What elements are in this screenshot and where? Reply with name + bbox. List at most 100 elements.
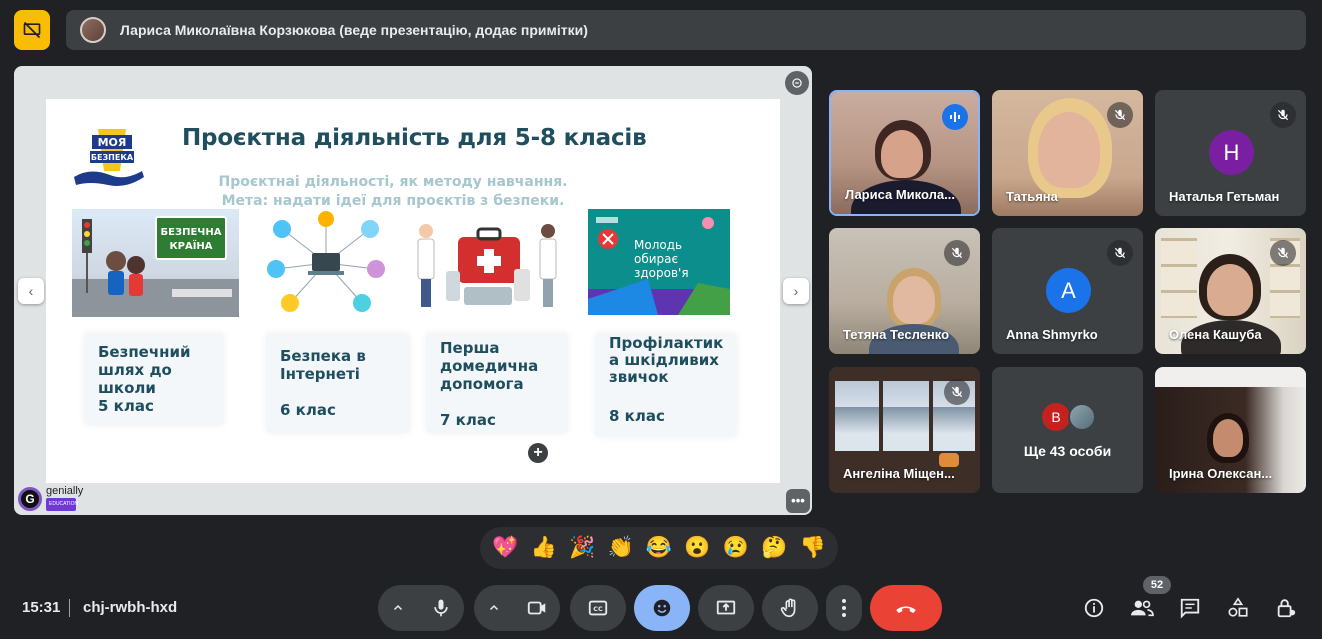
slide-next-button[interactable]: › [783,278,809,304]
video-settings-button[interactable] [474,585,514,631]
healthy-youth-picture: Молодь обирає здоров'я [588,209,730,315]
microphone-icon [434,599,448,617]
youth-text-line2: обирає [634,252,678,266]
sign-text-line2: КРАЇНА [169,238,212,252]
more-participants-tile[interactable]: В Ще 43 особи [992,367,1143,493]
project-card-grade-5: Безпечний шлях до школи 5 клас [84,333,224,425]
reaction-thinking[interactable]: 🤔 [761,536,787,560]
participant-name: Ірина Олексан... [1169,466,1273,481]
participant-tile[interactable]: Татьяна [992,90,1143,216]
participant-tile[interactable]: Н Наталья Гетьман [1155,90,1306,216]
plus-icon: + [533,444,543,461]
chevron-left-icon: ‹ [28,283,34,299]
sign-text-line1: БЕЗПЕЧНА [161,227,222,238]
genially-logo-icon: G [18,486,42,511]
closed-captions-icon: CC [588,600,608,616]
mic-off-icon [951,386,963,398]
reaction-cry[interactable]: 😢 [723,536,749,560]
info-icon [1084,598,1104,618]
slide-title: Проєктна діяльність для 5-8 класів [182,125,647,151]
muted-indicator [1270,102,1296,128]
genially-branding: G genially EDUCATION [18,486,83,511]
presentation-toggle-button[interactable] [14,10,50,50]
mic-off-icon [1277,247,1289,259]
reactions-button[interactable] [634,585,690,631]
meeting-clock: 15:31 [22,599,61,616]
expand-plus-button[interactable]: + [528,443,548,463]
youth-text-line3: здоров'я [634,266,689,280]
presenter-avatar [80,17,106,43]
chevron-right-icon: › [793,283,799,299]
youth-text-line1: Молодь [634,238,682,252]
chat-icon [1180,598,1200,619]
chat-button[interactable] [1178,596,1202,620]
presenter-banner: Лариса Миколаївна Корзюкова (веде презен… [66,10,1306,50]
reactions-bar: 💖 👍 🎉 👏 😂 😮 😢 🤔 👎 [480,527,838,569]
first-aid-illustration [417,224,557,307]
reaction-heart[interactable]: 💖 [492,536,518,560]
present-screen-button[interactable] [698,585,754,631]
slide-prev-button[interactable]: ‹ [18,278,44,304]
card-title: Безпека в Інтернеті [280,347,366,383]
project-card-grade-7: Перша домедична допомога 7 клас [426,333,568,433]
mic-off-icon [1114,109,1126,121]
camera-control [474,585,560,631]
captions-button[interactable]: CC [570,585,626,631]
participant-tile[interactable]: Тетяна Тесленко [829,228,980,354]
participant-name: Лариса Микола... [845,187,955,202]
card-title: Профілактик а шкідливих звичок [609,334,724,386]
reaction-laugh[interactable]: 😂 [646,536,672,560]
chevron-up-icon [489,604,499,611]
microphone-button[interactable] [418,585,464,631]
internet-safety-illustration [267,211,385,312]
shapes-icon [1228,597,1248,617]
presentation-more-options-button[interactable]: ••• [786,489,810,513]
camera-button[interactable] [514,585,560,631]
participant-tile[interactable]: Ірина Олексан... [1155,367,1306,493]
logo-text-line2: БЕЗПЕКА [91,153,134,162]
leave-call-button[interactable] [870,585,942,631]
participant-tile[interactable]: Ангеліна Міщен... [829,367,980,493]
more-options-button[interactable] [826,585,862,631]
card-grade: 7 клас [440,411,496,429]
participant-name: Татьяна [1006,189,1058,204]
participant-avatar-photo [1068,403,1096,431]
genially-edu-badge: EDUCATION [46,498,78,511]
participant-count-badge: 52 [1143,576,1171,594]
more-participants-label: Ще 43 особи [1023,443,1112,459]
participant-avatar: Н [1209,130,1254,175]
mic-off-icon [951,247,963,259]
activities-button[interactable] [1226,596,1250,620]
audio-settings-button[interactable] [378,585,418,631]
hang-up-icon [896,606,916,613]
participant-tile[interactable]: A Anna Shmyrko [992,228,1143,354]
mic-off-icon [1277,109,1289,121]
people-icon [1131,600,1154,617]
reaction-thumbs-up[interactable]: 👍 [531,536,557,560]
safe-country-picture: БЕЗПЕЧНА КРАЇНА [72,209,239,317]
reaction-party[interactable]: 🎉 [569,536,595,560]
pin-presentation-button[interactable] [785,71,809,95]
first-aid-picture [412,209,564,317]
muted-indicator [944,240,970,266]
card-title: Безпечний шлях до школи [98,343,191,397]
muted-indicator [1107,102,1133,128]
speaking-indicator [942,104,968,130]
participant-tile[interactable]: Лариса Микола... [829,90,980,216]
reaction-surprised[interactable]: 😮 [684,536,710,560]
raise-hand-button[interactable] [762,585,818,631]
muted-indicator [944,379,970,405]
reaction-clap[interactable]: 👏 [607,536,633,560]
people-button[interactable] [1130,596,1154,620]
participant-tile[interactable]: Олена Кашуба [1155,228,1306,354]
present-screen-icon [716,600,736,615]
audio-wave-icon [950,112,960,122]
presentation-stage: ‹ › МОЯ БЕЗПЕКА Проєктна діяльність для … [14,66,812,515]
card-grade: 6 клас [280,401,336,419]
reaction-thumbs-down[interactable]: 👎 [800,536,826,560]
participant-name: Тетяна Тесленко [843,327,950,342]
moya-bezpeka-logo: МОЯ БЕЗПЕКА [74,129,144,186]
meeting-details-button[interactable] [1082,596,1106,620]
card-grade: 5 клас [98,397,154,415]
host-controls-button[interactable] [1274,596,1298,620]
